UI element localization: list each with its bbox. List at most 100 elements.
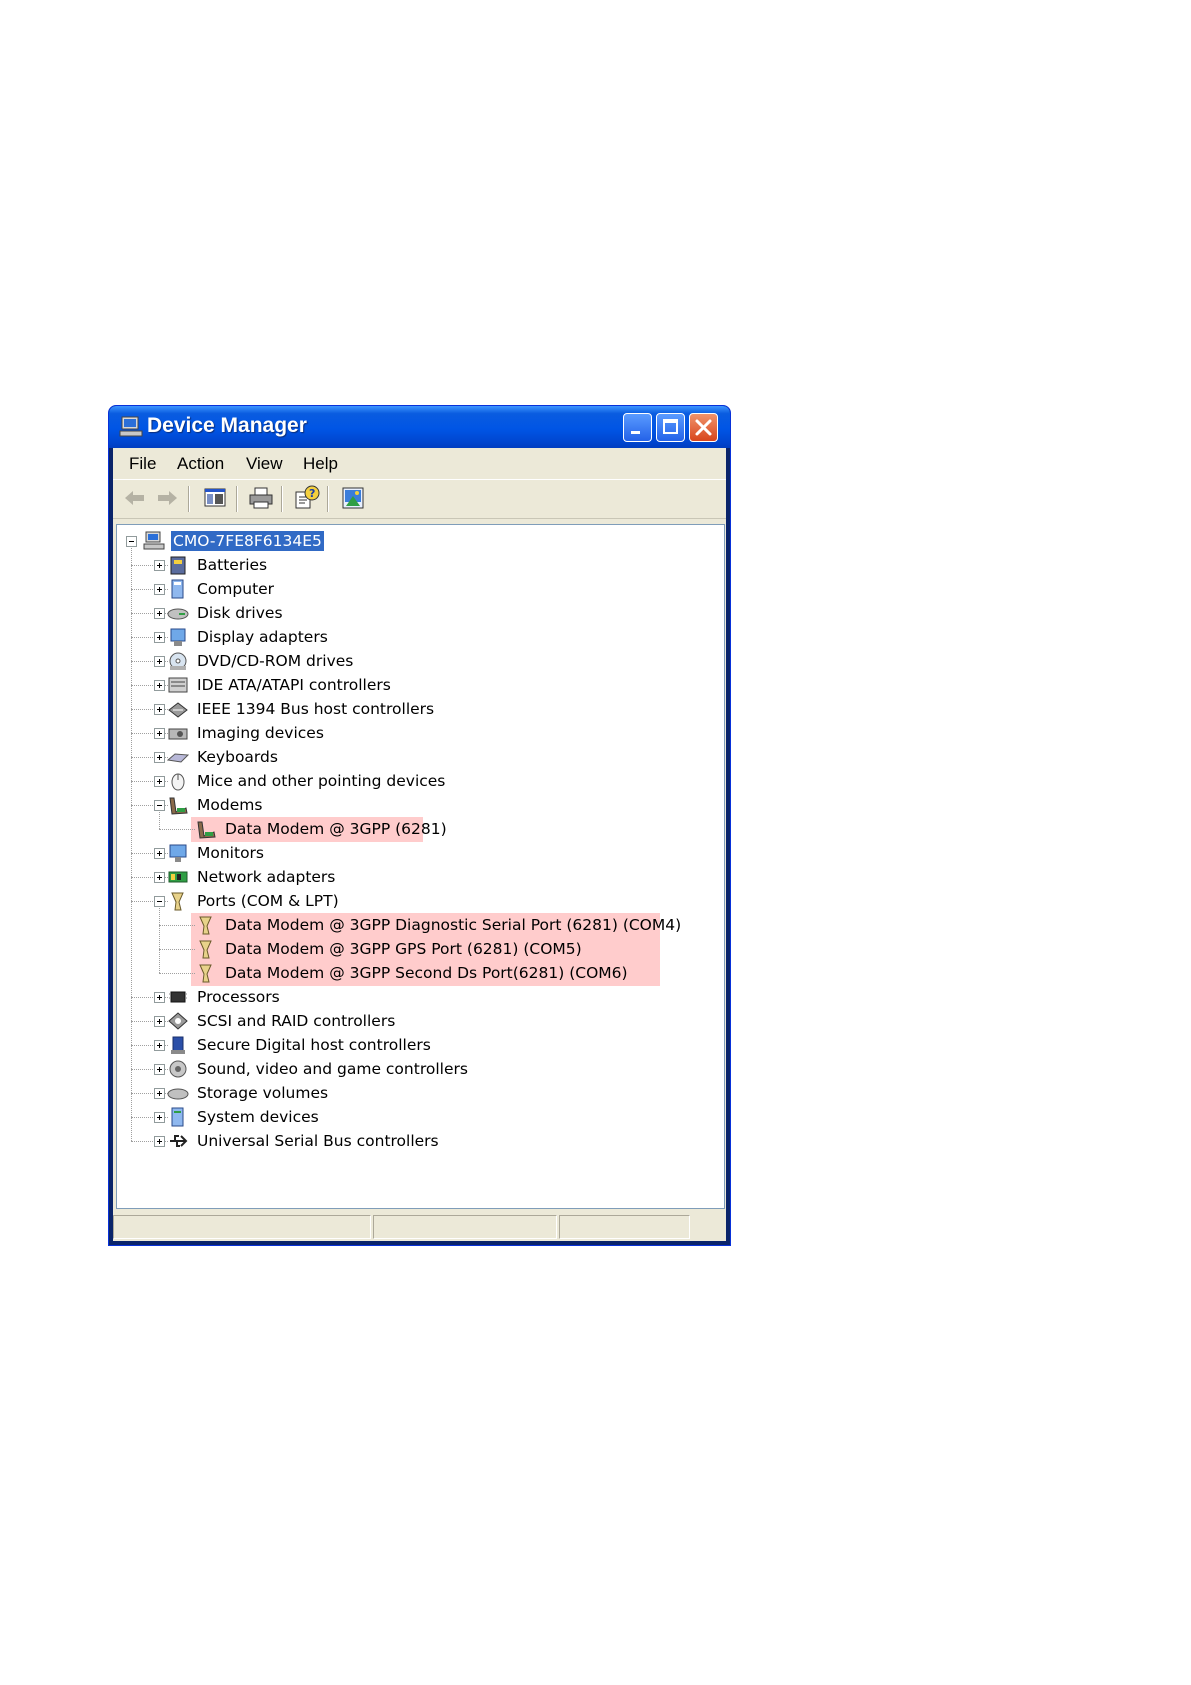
expand-toggle[interactable] (154, 608, 165, 619)
tree-item-label: Universal Serial Bus controllers (197, 1132, 439, 1150)
expand-toggle[interactable] (154, 704, 165, 715)
expand-toggle[interactable] (154, 680, 165, 691)
expand-toggle[interactable] (154, 848, 165, 859)
scan-hardware-button[interactable] (339, 484, 367, 512)
tree-category-display-adapters[interactable]: Display adapters (117, 626, 717, 648)
expand-toggle[interactable] (154, 1136, 165, 1147)
expand-toggle[interactable] (154, 1064, 165, 1075)
menu-file[interactable]: File (129, 454, 156, 474)
tree-category-keyboards[interactable]: Keyboards (117, 746, 717, 768)
tree-category-monitors[interactable]: Monitors (117, 842, 717, 864)
tree-connector-line (131, 877, 153, 878)
tree-category-processors[interactable]: Processors (117, 986, 717, 1008)
tree-item-label: IEEE 1394 Bus host controllers (197, 700, 435, 718)
device-manager-icon (119, 416, 143, 437)
system-device-icon (171, 1107, 184, 1127)
expand-toggle[interactable] (154, 1016, 165, 1027)
tree-item-label: Imaging devices (197, 724, 324, 742)
expand-toggle[interactable] (154, 1088, 165, 1099)
tree-item-label: Secure Digital host controllers (197, 1036, 431, 1054)
imaging-device-icon (168, 728, 188, 740)
expand-toggle[interactable] (154, 584, 165, 595)
tree-category-system-devices[interactable]: System devices (117, 1106, 717, 1128)
modem-icon (169, 797, 188, 815)
tree-root-node[interactable]: CMO-7FE8F6134E5 (117, 530, 717, 552)
device-item-data-modem-3gpp-6281[interactable]: Data Modem @ 3GPP (6281) (117, 818, 717, 840)
modem-icon (197, 821, 216, 839)
scan-hardware-icon (342, 487, 364, 509)
expand-toggle[interactable] (154, 872, 165, 883)
device-item-data-modem-3gpp-diagnostic-serial-port-6281-com4[interactable]: Data Modem @ 3GPP Diagnostic Serial Port… (117, 914, 717, 936)
tree-category-ieee-1394-bus-host-controllers[interactable]: IEEE 1394 Bus host controllers (117, 698, 717, 720)
port-icon (171, 892, 184, 911)
tree-category-scsi-and-raid-controllers[interactable]: SCSI and RAID controllers (117, 1010, 717, 1032)
show-hide-console-tree-icon (204, 488, 226, 507)
tree-category-computer[interactable]: Computer (117, 578, 717, 600)
window-client-area: File Action View Help ? CMO-7FE8F6134E5 … (113, 448, 726, 1241)
network-adapter-icon (168, 871, 188, 883)
tree-item-label: Display adapters (197, 628, 328, 646)
device-item-data-modem-3gpp-second-ds-port-6281-com6[interactable]: Data Modem @ 3GPP Second Ds Port(6281) (… (117, 962, 717, 984)
tree-item-label: Data Modem @ 3GPP Second Ds Port(6281) (… (225, 964, 628, 982)
device-item-data-modem-3gpp-gps-port-6281-com5[interactable]: Data Modem @ 3GPP GPS Port (6281) (COM5) (117, 938, 717, 960)
collapse-toggle[interactable] (154, 800, 165, 811)
status-pane-3 (559, 1215, 690, 1239)
back-button[interactable] (121, 484, 149, 512)
tree-connector-line (159, 925, 195, 926)
collapse-toggle[interactable] (154, 896, 165, 907)
tree-category-storage-volumes[interactable]: Storage volumes (117, 1082, 717, 1104)
toolbar-separator (236, 486, 238, 512)
tree-item-label: Data Modem @ 3GPP Diagnostic Serial Port… (225, 916, 682, 934)
title-bar[interactable]: Device Manager (109, 406, 730, 448)
menu-view[interactable]: View (246, 454, 283, 474)
tree-category-network-adapters[interactable]: Network adapters (117, 866, 717, 888)
expand-toggle[interactable] (154, 656, 165, 667)
menu-help[interactable]: Help (303, 454, 338, 474)
tree-category-mice-and-other-pointing-devices[interactable]: Mice and other pointing devices (117, 770, 717, 792)
tree-connector-line (131, 997, 153, 998)
tree-connector-line (159, 973, 195, 974)
tree-item-label: SCSI and RAID controllers (197, 1012, 396, 1030)
ide-controller-icon (168, 677, 188, 693)
tree-connector-line (131, 733, 153, 734)
keyboard-icon (167, 753, 189, 763)
tree-category-ide-ata-atapi-controllers[interactable]: IDE ATA/ATAPI controllers (117, 674, 717, 696)
expand-toggle[interactable] (154, 632, 165, 643)
expand-toggle[interactable] (154, 992, 165, 1003)
tree-connector-line (131, 1117, 153, 1118)
tree-category-sound-video-and-game-controllers[interactable]: Sound, video and game controllers (117, 1058, 717, 1080)
collapse-toggle[interactable] (126, 536, 137, 547)
tree-category-ports-com-lpt[interactable]: Ports (COM & LPT) (117, 890, 717, 912)
toolbar-separator (188, 486, 190, 512)
tree-connector-line (131, 1069, 153, 1070)
tree-category-imaging-devices[interactable]: Imaging devices (117, 722, 717, 744)
expand-toggle[interactable] (154, 1040, 165, 1051)
forward-button[interactable] (153, 484, 181, 512)
maximize-icon (663, 419, 678, 434)
root-label: CMO-7FE8F6134E5 (171, 531, 324, 551)
minimize-button[interactable] (623, 413, 652, 442)
tree-item-label: Data Modem @ 3GPP (6281) (225, 820, 447, 838)
tree-category-universal-serial-bus-controllers[interactable]: Universal Serial Bus controllers (117, 1130, 717, 1152)
expand-toggle[interactable] (154, 752, 165, 763)
expand-toggle[interactable] (154, 728, 165, 739)
expand-toggle[interactable] (154, 560, 165, 571)
close-button[interactable] (689, 413, 718, 442)
expand-toggle[interactable] (154, 776, 165, 787)
show-hide-console-tree-button[interactable] (201, 484, 229, 512)
tree-category-batteries[interactable]: Batteries (117, 554, 717, 576)
menu-action[interactable]: Action (177, 454, 224, 474)
tree-category-secure-digital-host-controllers[interactable]: Secure Digital host controllers (117, 1034, 717, 1056)
scsi-icon (168, 1012, 188, 1030)
tree-category-dvd-cd-rom-drives[interactable]: DVD/CD-ROM drives (117, 650, 717, 672)
status-pane-2 (373, 1215, 557, 1239)
port-icon (199, 916, 212, 935)
toolbar-separator (327, 486, 329, 512)
tree-category-disk-drives[interactable]: Disk drives (117, 602, 717, 624)
print-button[interactable] (247, 484, 275, 512)
device-tree[interactable]: CMO-7FE8F6134E5 Batteries Computer Disk dr… (116, 524, 725, 1209)
properties-help-button[interactable]: ? (293, 484, 321, 512)
tree-category-modems[interactable]: Modems (117, 794, 717, 816)
maximize-button[interactable] (656, 413, 685, 442)
expand-toggle[interactable] (154, 1112, 165, 1123)
